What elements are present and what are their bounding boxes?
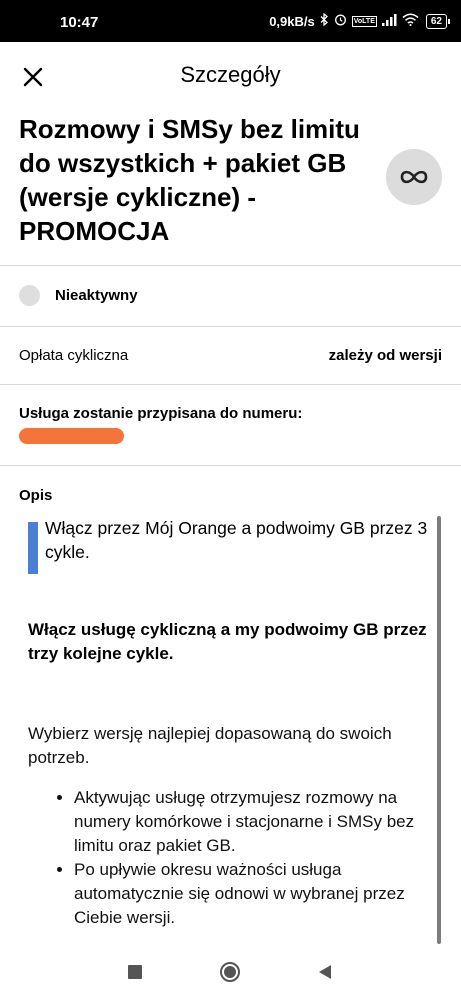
infinity-icon <box>400 170 428 184</box>
list-item: Po upływie okresu ważności usługa automa… <box>74 858 428 930</box>
wifi-icon <box>402 13 419 29</box>
header: Szczegóły <box>0 42 461 110</box>
fee-value: zależy od wersji <box>328 347 442 364</box>
divider <box>0 465 461 466</box>
recents-button[interactable] <box>123 960 147 984</box>
recents-icon <box>128 965 142 979</box>
network-speed: 0,9kB/s <box>269 13 315 29</box>
volte-icon: VoLTE <box>351 15 377 27</box>
back-icon <box>319 965 331 979</box>
alarm-icon <box>334 13 347 29</box>
redacted-phone-number <box>19 428 124 444</box>
promo-callout: Włącz przez Mój Orange a podwoimy GB prz… <box>28 516 428 574</box>
status-label: Nieaktywny <box>55 287 138 304</box>
scrollbar[interactable] <box>437 516 441 944</box>
service-badge <box>386 149 442 205</box>
assignment-label: Usługa zostanie przypisana do numeru: <box>19 405 303 422</box>
bluetooth-icon <box>320 12 329 29</box>
signal-icon <box>381 13 397 29</box>
service-title: Rozmowy i SMSy bez limitu do wszystkich … <box>19 114 360 246</box>
callout-accent-bar <box>28 522 38 574</box>
promo-bold-paragraph: Włącz usługę cykliczną a my podwoimy GB … <box>28 620 427 663</box>
back-button[interactable] <box>313 960 337 984</box>
home-button[interactable] <box>218 960 242 984</box>
clock: 10:47 <box>60 14 99 31</box>
navigation-bar <box>0 944 461 999</box>
page-title: Szczegóły <box>180 62 281 87</box>
callout-text: Włącz przez Mój Orange a podwoimy GB prz… <box>45 518 428 562</box>
status-row: Nieaktywny <box>0 266 461 326</box>
feature-list: Aktywując usługę otrzymujesz rozmowy na … <box>28 786 428 930</box>
divider <box>0 384 461 385</box>
list-item: Aktywując usługę otrzymujesz rozmowy na … <box>74 786 428 858</box>
description-paragraph: Wybierz wersję najlepiej dopasowaną do s… <box>28 724 392 767</box>
fee-row: Opłata cykliczna zależy od wersji <box>0 327 461 383</box>
description-label: Opis <box>19 487 53 504</box>
status-indicator <box>19 285 40 306</box>
description-content: Włącz przez Mój Orange a podwoimy GB prz… <box>28 516 428 930</box>
status-bar: 10:47 0,9kB/s VoLTE 62 <box>0 0 461 42</box>
fee-label: Opłata cykliczna <box>19 347 129 364</box>
battery-icon: 62 <box>425 13 451 29</box>
home-icon <box>220 962 240 982</box>
status-icons: 0,9kB/s VoLTE 62 <box>269 12 451 29</box>
